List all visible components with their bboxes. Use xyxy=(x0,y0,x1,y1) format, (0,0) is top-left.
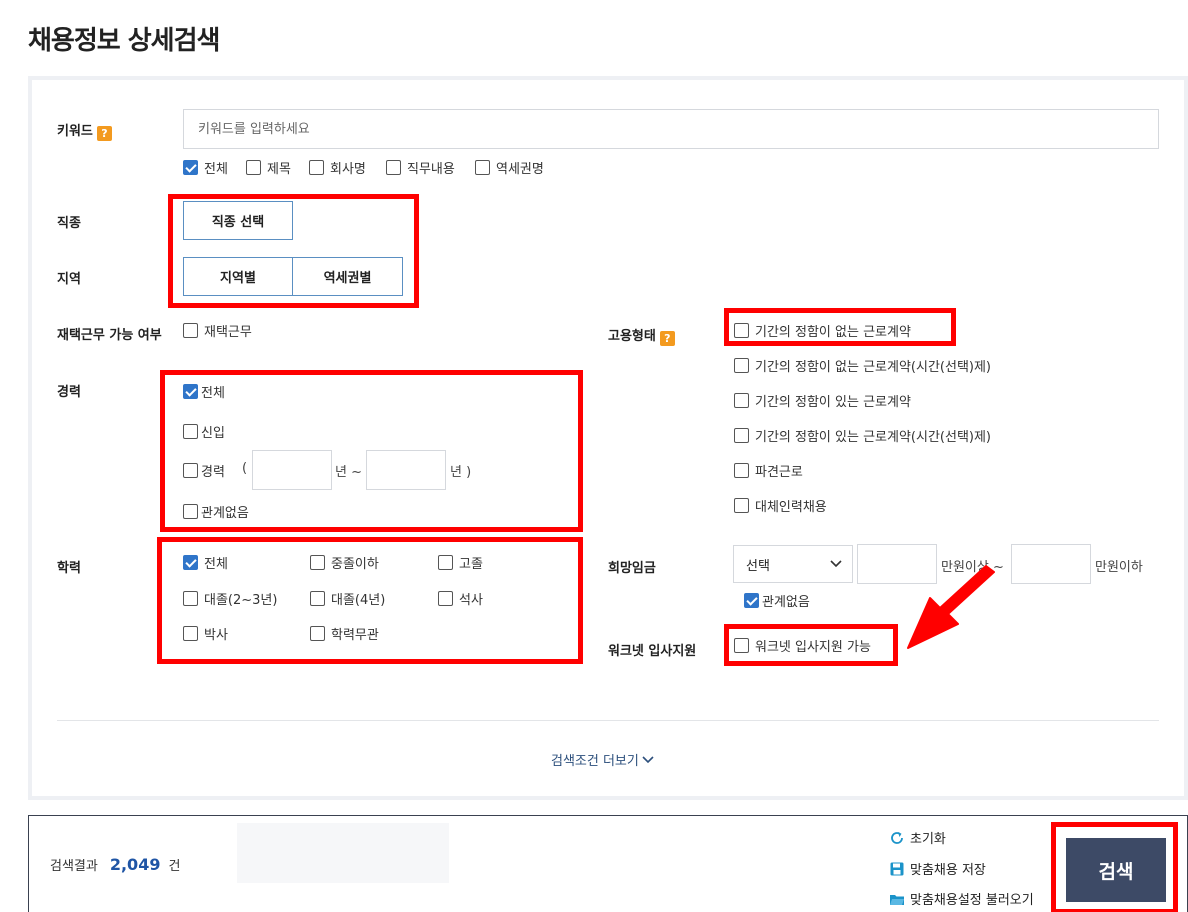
career-option-all[interactable]: 전체 xyxy=(183,382,225,401)
checkbox-icon xyxy=(744,593,759,608)
education-option-doctor[interactable]: 박사 xyxy=(183,624,228,643)
education-option-college[interactable]: 대졸(2~3년) xyxy=(183,589,277,608)
salary-option-any[interactable]: 관계없음 xyxy=(744,591,810,610)
folder-icon xyxy=(889,891,905,907)
employment-option-fixed-term[interactable]: 기간의 정함이 있는 근로계약 xyxy=(734,391,911,410)
checkbox-icon xyxy=(734,393,749,408)
checkbox-icon xyxy=(475,160,490,175)
refresh-icon xyxy=(889,830,905,846)
region-by-area-button[interactable]: 지역별 xyxy=(183,257,293,296)
employment-option-fixed-term-part-time[interactable]: 기간의 정함이 있는 근로계약(시간(선택)제) xyxy=(734,426,991,445)
save-custom-link[interactable]: 맞춤채용 저장 xyxy=(889,859,986,878)
education-option-high[interactable]: 고졸 xyxy=(438,553,483,572)
checkbox-icon xyxy=(734,498,749,513)
checkbox-icon xyxy=(734,323,749,338)
education-option-university[interactable]: 대졸(4년) xyxy=(310,589,385,608)
search-button[interactable]: 검색 xyxy=(1066,838,1166,902)
checkbox-icon xyxy=(183,424,198,439)
checkbox-icon xyxy=(183,555,198,570)
checkbox-icon xyxy=(183,463,198,478)
checkbox-icon xyxy=(183,504,198,519)
employment-option-permanent[interactable]: 기간의 정함이 없는 근로계약 xyxy=(734,321,911,340)
chevron-down-icon xyxy=(830,560,842,568)
keyword-label: 키워드? xyxy=(57,120,112,141)
checkbox-icon xyxy=(310,626,325,641)
result-summary: 검색결과 2,049 건 xyxy=(50,855,181,874)
worknet-option[interactable]: 워크넷 입사지원 가능 xyxy=(734,636,871,655)
keyword-input[interactable] xyxy=(183,109,1159,149)
checkbox-icon xyxy=(386,160,401,175)
checkbox-icon xyxy=(734,638,749,653)
remote-option[interactable]: 재택근무 xyxy=(183,321,252,340)
career-option-any[interactable]: 관계없음 xyxy=(183,502,249,521)
career-unit-to: 년 ) xyxy=(450,465,472,480)
checkbox-icon xyxy=(310,555,325,570)
reset-link[interactable]: 초기화 xyxy=(889,828,946,847)
checkbox-icon xyxy=(246,160,261,175)
chevron-down-icon xyxy=(642,755,654,763)
remote-label: 재택근무 가능 여부 xyxy=(57,328,162,343)
checkbox-icon xyxy=(183,323,198,338)
keyword-option-duty[interactable]: 직무내용 xyxy=(386,158,455,177)
keyword-option-title[interactable]: 제목 xyxy=(246,158,291,177)
checkbox-icon xyxy=(438,591,453,606)
red-arrow-icon xyxy=(907,565,995,649)
save-icon xyxy=(889,861,905,877)
career-option-newbie[interactable]: 신입 xyxy=(183,422,225,441)
salary-label: 희망임금 xyxy=(608,561,656,576)
career-open-paren: ( xyxy=(242,461,248,476)
career-label: 경력 xyxy=(57,385,81,400)
checkbox-icon xyxy=(183,626,198,641)
keyword-option-company[interactable]: 회사명 xyxy=(309,158,366,177)
keyword-option-station[interactable]: 역세권명 xyxy=(475,158,544,177)
career-unit-from: 년 ~ xyxy=(335,465,362,480)
education-label: 학력 xyxy=(57,561,81,576)
checkbox-icon xyxy=(734,463,749,478)
education-option-middle[interactable]: 중졸이하 xyxy=(310,553,379,572)
salary-max-input[interactable] xyxy=(1011,544,1091,584)
keyword-help-icon[interactable]: ? xyxy=(96,126,112,141)
employment-help-icon[interactable]: ? xyxy=(659,331,675,346)
job-type-select-button[interactable]: 직종 선택 xyxy=(183,201,293,240)
employment-option-permanent-part-time[interactable]: 기간의 정함이 없는 근로계약(시간(선택)제) xyxy=(734,356,991,375)
employment-label: 고용형태? xyxy=(608,325,675,346)
checkbox-icon xyxy=(183,384,198,399)
result-count: 2,049 xyxy=(109,855,161,874)
divider xyxy=(57,720,1159,721)
region-label: 지역 xyxy=(57,272,81,287)
checkbox-icon xyxy=(309,160,324,175)
keyword-option-all[interactable]: 전체 xyxy=(183,158,228,177)
checkbox-icon xyxy=(310,591,325,606)
employment-option-dispatch[interactable]: 파견근로 xyxy=(734,461,803,480)
salary-type-select[interactable]: 선택 xyxy=(733,545,853,583)
load-custom-link[interactable]: 맞춤채용설정 불러오기 xyxy=(889,889,1034,908)
career-option-experienced[interactable]: 경력 xyxy=(183,461,225,480)
education-option-master[interactable]: 석사 xyxy=(438,589,483,608)
employment-option-substitute[interactable]: 대체인력채용 xyxy=(734,496,827,515)
job-type-label: 직종 xyxy=(57,216,81,231)
education-option-any[interactable]: 학력무관 xyxy=(310,624,379,643)
page-title: 채용정보 상세검색 xyxy=(28,26,220,56)
salary-unit-max: 만원이하 xyxy=(1095,560,1143,575)
checkbox-icon xyxy=(183,160,198,175)
checkbox-icon xyxy=(734,358,749,373)
worknet-label: 워크넷 입사지원 xyxy=(608,644,697,659)
career-years-to-input[interactable] xyxy=(366,450,446,490)
more-conditions-link[interactable]: 검색조건 더보기 xyxy=(551,750,655,769)
region-by-station-button[interactable]: 역세권별 xyxy=(292,257,403,296)
banner-placeholder xyxy=(237,823,449,883)
checkbox-icon xyxy=(183,591,198,606)
checkbox-icon xyxy=(438,555,453,570)
checkbox-icon xyxy=(734,428,749,443)
career-years-from-input[interactable] xyxy=(252,450,332,490)
education-option-all[interactable]: 전체 xyxy=(183,553,228,572)
